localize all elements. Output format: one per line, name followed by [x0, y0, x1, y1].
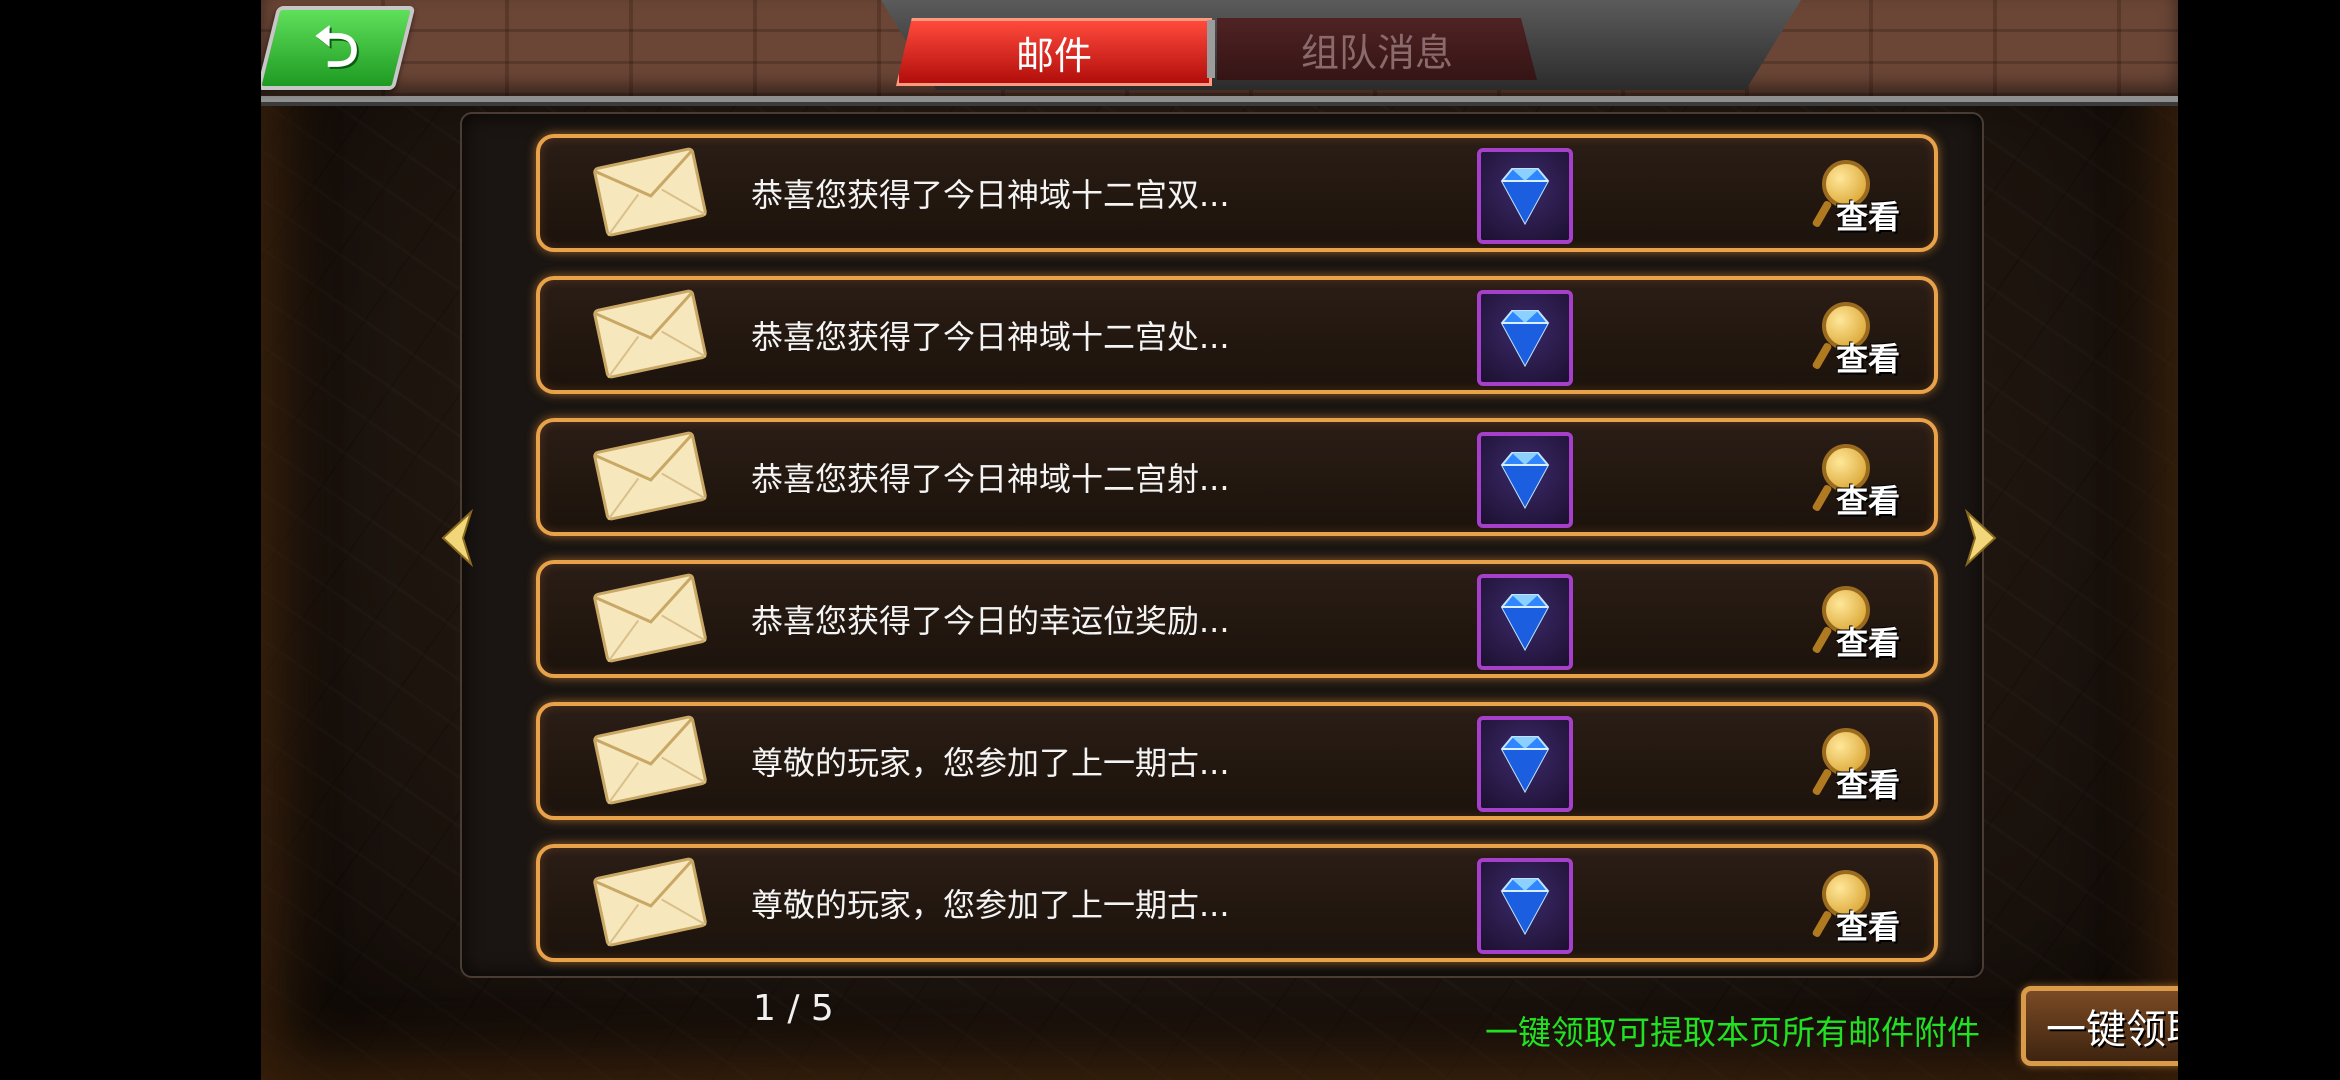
magnifier-handle — [1811, 199, 1833, 229]
tab-mail[interactable]: 邮件 — [896, 18, 1212, 86]
mail-row[interactable]: 恭喜您获得了今日神域十二宫处... 查看 — [536, 276, 1938, 394]
envelope-icon — [592, 288, 709, 380]
mail-subject: 尊敬的玩家，您参加了上一期古... — [751, 886, 1230, 924]
next-page-arrow[interactable] — [1961, 508, 2001, 568]
mail-subject: 恭喜您获得了今日的幸运位奖励... — [751, 602, 1230, 640]
attachment-gem — [1477, 574, 1573, 670]
mail-row[interactable]: 恭喜您获得了今日神域十二宫射... 查看 — [536, 418, 1938, 536]
mail-list-panel: 恭喜您获得了今日神域十二宫双... 查看 恭喜您获得了今日神域十二宫处... 查… — [460, 112, 1984, 978]
envelope-icon — [592, 572, 709, 664]
diamond-icon — [1500, 168, 1550, 226]
claim-all-hint: 一键领取可提取本页所有邮件附件 — [1485, 1013, 1980, 1052]
view-label: 查看 — [1836, 766, 1901, 804]
attachment-gem — [1477, 432, 1573, 528]
chevron-right-icon — [1964, 508, 1997, 568]
page-indicator: 1 / 5 — [753, 988, 834, 1029]
mail-row[interactable]: 尊敬的玩家，您参加了上一期古... 查看 — [536, 702, 1938, 820]
tab-divider — [1207, 20, 1215, 78]
envelope-icon — [592, 856, 709, 948]
game-window: ⮌ 邮件 组队消息 恭喜您获得了今日神域十二宫双... 查看 恭喜您获得了今日神… — [261, 0, 2178, 1080]
view-label: 查看 — [1836, 908, 1901, 946]
view-button[interactable]: 查看 — [1811, 298, 1916, 378]
tab-mail-label: 邮件 — [1015, 33, 1092, 78]
mail-subject: 恭喜您获得了今日神域十二宫射... — [751, 460, 1230, 498]
prev-page-arrow[interactable] — [437, 508, 477, 568]
view-label: 查看 — [1836, 482, 1901, 520]
tab-team-messages[interactable]: 组队消息 — [1217, 18, 1537, 80]
claim-all-button[interactable]: 一键领取 — [2021, 986, 2178, 1066]
view-label: 查看 — [1836, 340, 1901, 378]
view-label: 查看 — [1836, 624, 1901, 662]
envelope-icon — [592, 430, 709, 522]
attachment-gem — [1477, 858, 1573, 954]
diamond-icon — [1500, 452, 1550, 510]
view-button[interactable]: 查看 — [1811, 582, 1916, 662]
mail-row[interactable]: 尊敬的玩家，您参加了上一期古... 查看 — [536, 844, 1938, 962]
magnifier-handle — [1811, 767, 1833, 797]
magnifier-handle — [1811, 625, 1833, 655]
diamond-icon — [1500, 736, 1550, 794]
mail-subject: 恭喜您获得了今日神域十二宫处... — [751, 318, 1230, 356]
view-button[interactable]: 查看 — [1811, 156, 1916, 236]
view-button[interactable]: 查看 — [1811, 724, 1916, 804]
mail-subject: 恭喜您获得了今日神域十二宫双... — [751, 176, 1230, 214]
magnifier-handle — [1811, 483, 1833, 513]
attachment-gem — [1477, 290, 1573, 386]
tab-team-label: 组队消息 — [1300, 30, 1453, 75]
chevron-left-icon — [441, 508, 474, 568]
envelope-icon — [592, 714, 709, 806]
view-button[interactable]: 查看 — [1811, 440, 1916, 520]
diamond-icon — [1500, 310, 1550, 368]
diamond-icon — [1500, 878, 1550, 936]
mail-row[interactable]: 恭喜您获得了今日的幸运位奖励... 查看 — [536, 560, 1938, 678]
mail-subject: 尊敬的玩家，您参加了上一期古... — [751, 744, 1230, 782]
magnifier-handle — [1811, 909, 1833, 939]
view-button[interactable]: 查看 — [1811, 866, 1916, 946]
back-button[interactable]: ⮌ — [261, 6, 416, 90]
view-label: 查看 — [1836, 198, 1901, 236]
attachment-gem — [1477, 716, 1573, 812]
magnifier-handle — [1811, 341, 1833, 371]
diamond-icon — [1500, 594, 1550, 652]
claim-all-label: 一键领取 — [2046, 1007, 2178, 1053]
attachment-gem — [1477, 148, 1573, 244]
envelope-icon — [592, 146, 709, 238]
back-arrow-icon: ⮌ — [313, 15, 359, 80]
mail-row[interactable]: 恭喜您获得了今日神域十二宫双... 查看 — [536, 134, 1938, 252]
